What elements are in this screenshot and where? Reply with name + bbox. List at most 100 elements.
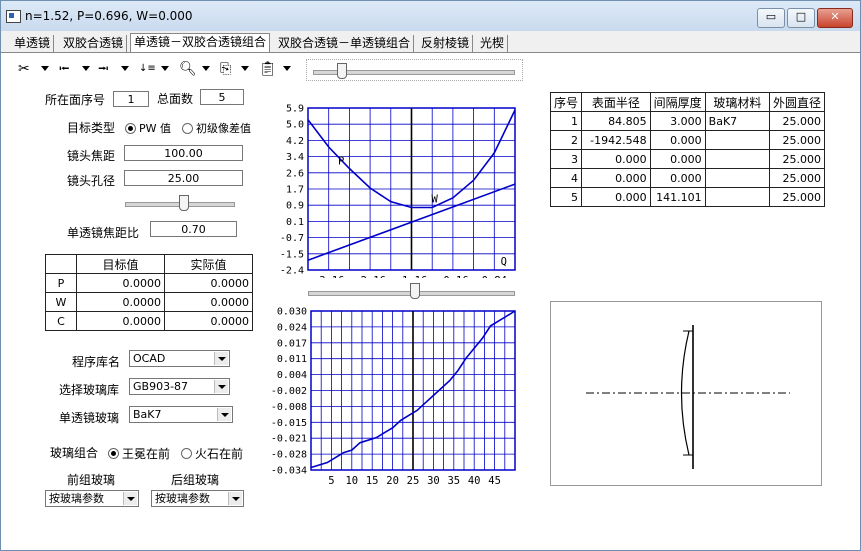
chevron-down-icon[interactable] [241,66,249,71]
chevron-down-icon[interactable] [214,352,228,365]
table-row[interactable]: 3 0.000 0.000 25.000 [549,149,826,169]
tab-doublet-single[interactable]: 双胶合透镜－单透镜组合 [275,35,415,53]
radius-cell[interactable]: -1942.548 [581,130,651,150]
scissors-icon[interactable]: ✂ [18,59,30,79]
thickness-cell[interactable]: 0.000 [649,168,706,188]
material-cell[interactable] [704,149,770,169]
radius-cell[interactable]: 0.000 [581,187,651,207]
target-cell[interactable]: 0.0000 [76,311,165,331]
library-select[interactable]: OCAD [129,350,230,367]
table-row[interactable]: C 0.0000 0.0000 [45,311,253,331]
maximize-button[interactable]: □ [787,8,815,28]
material-cell[interactable]: BaK7 [704,111,770,131]
ratio-field[interactable]: 0.70 [150,221,237,237]
chevron-down-icon[interactable] [217,408,231,421]
chevron-down-icon[interactable] [214,380,228,393]
y-tick-label: 2.6 [286,168,304,179]
close-button[interactable]: ✕ [817,8,853,28]
radius-cell[interactable]: 0.000 [581,168,651,188]
table-row[interactable]: W 0.0000 0.0000 [45,292,253,312]
tab-single-lens[interactable]: 单透镜 [11,35,55,53]
tab-single-doublet[interactable]: 单透镜－双胶合透镜组合 [130,33,271,54]
combo-flint-radio[interactable] [181,448,192,459]
chevron-down-icon[interactable] [283,66,291,71]
diameter-cell[interactable]: 25.000 [768,187,826,207]
thickness-cell[interactable]: 141.101 [649,187,706,207]
material-cell[interactable] [704,130,770,150]
rear-glass-select[interactable]: 按玻璃参数 [151,490,244,507]
sort-icon[interactable]: ↓≡ [139,59,156,79]
thickness-cell[interactable]: 0.000 [649,130,706,150]
table-header-row: 序号 表面半径 间隔厚度 玻璃材料 外圆直径 [549,92,826,112]
surface-index-label: 所在面序号 [45,93,106,107]
x-tick-label: -0.16 [437,275,469,278]
diameter-cell[interactable]: 25.000 [768,111,826,131]
x-tick-label: 0.84 [482,275,507,278]
target-aberration-label: 初级像差值 [196,122,251,135]
total-surfaces-field[interactable]: 5 [200,89,244,105]
minimize-button[interactable]: ▭ [757,8,785,28]
glass-lib-select[interactable]: GB903-87 [129,378,230,395]
target-cell[interactable]: 0.0000 [76,273,165,293]
y-tick-label: -0.028 [271,450,307,461]
tab-prism[interactable]: 反射棱镜 [418,35,474,53]
ratio-slider-thumb[interactable] [179,195,189,211]
surface-index-field[interactable]: 1 [113,91,149,107]
tab-wedge[interactable]: 光楔 [477,35,509,53]
row-name: P [45,273,77,293]
diameter-cell[interactable]: 25.000 [768,130,826,150]
thickness-cell[interactable]: 3.000 [649,111,706,131]
chevron-down-icon[interactable] [123,492,137,505]
y-tick-label: -1.5 [280,249,304,260]
chevron-down-icon[interactable] [161,66,169,71]
actual-cell: 0.0000 [164,311,253,331]
radius-cell[interactable]: 84.805 [581,111,651,131]
table-header-cell [45,254,77,274]
diameter-cell[interactable]: 25.000 [768,149,826,169]
lens-drawing [550,301,822,486]
table-row[interactable]: 4 0.000 0.000 25.000 [549,168,826,188]
y-tick-label: 0.011 [277,354,307,365]
chevron-down-icon[interactable] [121,66,129,71]
chevron-down-icon[interactable] [82,66,90,71]
x-tick-label: 10 [345,475,358,487]
table-row[interactable]: 2 -1942.548 0.000 25.000 [549,130,826,150]
aperture-field[interactable]: 25.00 [124,170,243,186]
combo-crown-radio[interactable] [108,448,119,459]
tab-doublet[interactable]: 双胶合透镜 [60,35,128,53]
chevron-down-icon[interactable] [202,66,210,71]
actual-cell: 0.0000 [164,292,253,312]
paste-icon[interactable]: 📋︎ [259,59,277,79]
thickness-cell[interactable]: 0.000 [649,149,706,169]
combo-flint-label: 火石在前 [195,447,244,461]
target-cell[interactable]: 0.0000 [76,292,165,312]
title-bar: n=1.52, P=0.696, W=0.000 ▭ □ ✕ [1,1,860,31]
single-glass-select[interactable]: BaK7 [129,406,233,423]
align-right-icon[interactable]: ⭲ [98,59,109,79]
chevron-down-icon[interactable] [41,66,49,71]
target-aberration-radio[interactable] [182,123,193,134]
copy-icon[interactable]: ⎘ [220,59,231,79]
material-cell[interactable] [704,187,770,207]
radius-cell[interactable]: 0.000 [581,149,651,169]
library-label: 程序库名 [72,355,121,369]
table-header-cell: 外圆直径 [768,92,826,112]
material-cell[interactable] [704,168,770,188]
table-header-cell: 序号 [549,92,583,112]
table-header-cell: 玻璃材料 [704,92,770,112]
front-glass-select[interactable]: 按玻璃参数 [45,490,139,507]
align-left-icon[interactable]: ⭰ [59,59,70,79]
x-tick-label: 15 [366,475,379,487]
front-glass-value: 按玻璃参数 [49,492,104,505]
table-row[interactable]: 1 84.805 3.000 BaK7 25.000 [549,111,826,131]
diameter-cell[interactable]: 25.000 [768,168,826,188]
chart-slider-thumb[interactable] [410,283,420,299]
target-pw-radio[interactable] [125,123,136,134]
table-row[interactable]: P 0.0000 0.0000 [45,273,253,293]
table-row[interactable]: 5 0.000 141.101 25.000 [549,187,826,207]
chevron-down-icon[interactable] [228,492,242,505]
toolbar-slider-thumb[interactable] [337,63,347,79]
zoom-icon[interactable]: 🔍︎ [179,59,197,79]
focal-field[interactable]: 100.00 [124,145,243,161]
table-header-row: 目标值 实际值 [45,254,253,274]
